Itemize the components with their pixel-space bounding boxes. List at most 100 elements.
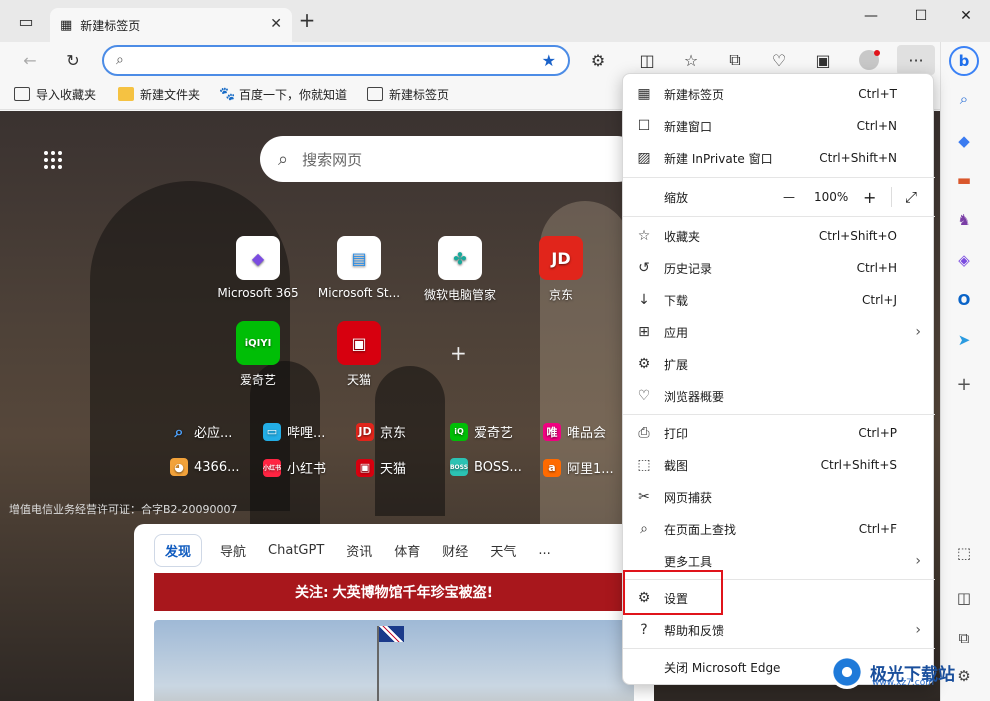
menu-web-capture[interactable]: ✂ 网页捕获 <box>623 481 935 513</box>
menu-print[interactable]: ⎙ 打印 Ctrl+P <box>623 417 935 449</box>
feed-tab-discover[interactable]: 发现 <box>154 533 203 567</box>
menu-history[interactable]: ↺ 历史记录 Ctrl+H <box>623 252 935 284</box>
outlook-icon[interactable]: O <box>953 289 975 311</box>
menu-apps[interactable]: ⊞ 应用 › <box>623 316 935 348</box>
menu-new-tab[interactable]: ▦ 新建标签页 Ctrl+T <box>623 78 935 110</box>
hide-sidebar-icon[interactable]: ◫ <box>953 587 975 609</box>
new-tab-page-icon <box>367 87 383 101</box>
search-icon[interactable]: ⌕ <box>953 88 975 110</box>
menu-find-on-page[interactable]: ⌕ 在页面上查找 Ctrl+F <box>623 513 935 545</box>
feed-tab-sports[interactable]: 体育 <box>394 541 420 560</box>
tile-tmall[interactable]: ▣ 天猫 <box>314 321 404 388</box>
web-search-box[interactable]: ⌕ 搜索网页 <box>260 136 640 182</box>
fav-baidu[interactable]: 🐾 百度一下，你就知道 <box>219 84 347 104</box>
link-vip[interactable]: 唯唯品会 <box>543 422 606 441</box>
add-sidebar-app-icon[interactable]: + <box>953 373 975 395</box>
tile-microsoft-365[interactable]: ◆ Microsoft 365 <box>213 236 303 300</box>
more-menu-icon[interactable]: ··· <box>897 45 935 75</box>
menu-separator <box>623 648 935 649</box>
tools-briefcase-icon[interactable]: ▬ <box>953 169 975 191</box>
new-tab-page-icon: ▦ <box>60 17 73 33</box>
sidebar-toggle-icon[interactable]: ▣ <box>811 48 835 72</box>
tile-pc-manager[interactable]: ✤ 微软电脑管家 <box>415 236 505 303</box>
pc-manager-icon: ✤ <box>438 236 482 280</box>
tile-microsoft-store[interactable]: ▤ Microsoft St... <box>314 236 404 300</box>
feed-tab-weather[interactable]: 天气 <box>490 541 516 560</box>
menu-new-inprivate-window[interactable]: ▨ 新建 InPrivate 窗口 Ctrl+Shift+N <box>623 142 935 174</box>
menu-label: 缩放 <box>664 190 689 205</box>
apps-launcher-icon[interactable] <box>44 151 62 169</box>
fav-folder[interactable]: 新建文件夹 <box>118 84 200 104</box>
microsoft-365-icon[interactable]: ◈ <box>953 249 975 271</box>
profile-avatar[interactable] <box>857 48 881 72</box>
tile-jd[interactable]: JD 京东 <box>516 236 606 303</box>
zoom-out-button[interactable]: — <box>783 190 795 204</box>
full-screen-icon[interactable]: ⤢ <box>905 188 917 206</box>
extensions-icon[interactable]: ⚙ <box>586 48 610 72</box>
tile-label: 爱奇艺 <box>239 373 276 387</box>
link-jd[interactable]: JD 京东 <box>356 422 406 441</box>
link-bing[interactable]: ⌕ 必应... <box>170 422 233 442</box>
menu-screenshot[interactable]: ⬚ 截图 Ctrl+Shift+S <box>623 449 935 481</box>
new-tab-button[interactable]: + <box>296 10 318 32</box>
link-iqiyi[interactable]: iQ 爱奇艺 <box>450 422 513 441</box>
games-chess-icon[interactable]: ♞ <box>953 209 975 231</box>
tmall-icon: ▣ <box>356 458 374 477</box>
zoom-in-button[interactable]: + <box>863 188 876 207</box>
telegram-send-icon[interactable]: ➤ <box>953 329 975 351</box>
watermark-logo-icon <box>830 655 864 689</box>
menu-help-feedback[interactable]: ? 帮助和反馈 › <box>623 614 935 646</box>
background-arch <box>250 361 320 541</box>
fav-label: 新建文件夹 <box>140 87 201 102</box>
feed-tab-more[interactable]: ... <box>538 543 550 558</box>
maximize-button[interactable]: ☐ <box>906 8 936 32</box>
minimize-button[interactable]: — <box>856 8 886 32</box>
close-window-button[interactable]: ✕ <box>951 8 981 32</box>
news-photo[interactable] <box>154 620 634 701</box>
fav-newtab[interactable]: 新建标签页 <box>367 84 449 104</box>
add-shortcut-icon[interactable]: + <box>450 341 467 365</box>
feed-tab-news[interactable]: 资讯 <box>346 541 372 560</box>
menu-favorites[interactable]: ☆ 收藏夹 Ctrl+Shift+O <box>623 220 935 252</box>
alibaba-icon: a <box>543 458 561 477</box>
menu-new-window[interactable]: ☐ 新建窗口 Ctrl+N <box>623 110 935 142</box>
link-bilibili[interactable]: ▭ 哔哩... <box>263 422 325 441</box>
link-xiaohongshu[interactable]: 小红书 小红书 <box>263 458 326 477</box>
tile-label: 京东 <box>548 288 573 302</box>
open-external-icon[interactable]: ⧉ <box>953 627 975 649</box>
link-boss[interactable]: BOSS BOSS... <box>450 458 522 476</box>
collections-icon[interactable]: ⧉ <box>723 48 747 72</box>
browser-essentials-icon[interactable]: ♡ <box>767 48 791 72</box>
link-alibaba[interactable]: a 阿里1... <box>543 458 614 477</box>
split-screen-icon[interactable]: ◫ <box>635 48 659 72</box>
headline-banner[interactable]: 关注: 大英博物馆千年珍宝被盗! <box>154 573 634 611</box>
fav-import[interactable]: 导入收藏夹 <box>14 84 96 104</box>
boss-icon: BOSS <box>450 458 468 476</box>
feed-tab-finance[interactable]: 财经 <box>442 541 468 560</box>
link-tmall[interactable]: ▣ 天猫 <box>356 458 406 477</box>
menu-browser-essentials[interactable]: ♡ 浏览器概要 <box>623 380 935 412</box>
watermark-url: www.xz7.com <box>872 678 934 688</box>
favorites-icon[interactable]: ☆ <box>679 48 703 72</box>
back-icon[interactable]: ← <box>18 48 42 72</box>
tab-new-tab[interactable]: ▦ 新建标签页 ✕ <box>50 8 292 42</box>
link-4366[interactable]: ◕ 4366... <box>170 458 239 476</box>
tile-iqiyi[interactable]: iQIYI 爱奇艺 <box>213 321 303 388</box>
history-icon: ↺ <box>638 260 650 276</box>
menu-label: 新建窗口 <box>664 119 713 134</box>
screenshot-icon[interactable]: ⬚ <box>953 542 975 564</box>
menu-extensions[interactable]: ⚙ 扩展 <box>623 348 935 380</box>
background-arch <box>375 366 445 516</box>
fav-label: 百度一下，你就知道 <box>239 87 348 102</box>
address-bar[interactable]: ⌕ ★ <box>102 45 570 76</box>
shopping-tag-icon[interactable]: ◆ <box>953 130 975 152</box>
refresh-icon[interactable]: ↻ <box>61 48 85 72</box>
close-tab-icon[interactable]: ✕ <box>270 16 282 32</box>
favorite-star-icon[interactable]: ★ <box>542 51 556 70</box>
tab-actions-icon[interactable]: ▭ <box>14 9 38 33</box>
menu-downloads[interactable]: ↓ 下载 Ctrl+J <box>623 284 935 316</box>
feed-tab-navigation[interactable]: 导航 <box>220 541 246 560</box>
menu-label: 截图 <box>664 458 689 473</box>
feed-tab-chatgpt[interactable]: ChatGPT <box>268 543 324 558</box>
bing-chat-icon[interactable]: b <box>949 46 979 76</box>
